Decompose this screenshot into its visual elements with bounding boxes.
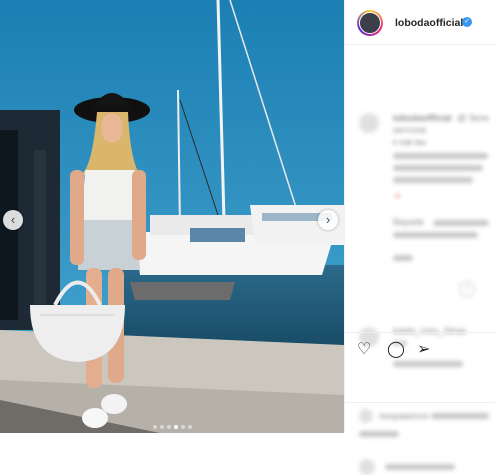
carousel-dot bbox=[180, 425, 185, 429]
carousel-dot bbox=[187, 425, 192, 429]
caption-username: lobodaofficial bbox=[393, 113, 452, 123]
chevron-left-icon: ‹ bbox=[10, 212, 16, 227]
avatar[interactable] bbox=[357, 10, 383, 36]
caption-line: @ Зеле bbox=[457, 113, 490, 123]
next-slide-button[interactable]: › bbox=[318, 210, 338, 230]
caption-line: нечтоле bbox=[393, 125, 427, 135]
like-button[interactable]: ♡ bbox=[357, 339, 371, 359]
load-more-icon: + bbox=[459, 281, 475, 297]
caption-line: к как вы bbox=[393, 137, 427, 147]
commenter-avatar bbox=[359, 113, 379, 133]
heart-emoji-icon: ♥ bbox=[395, 191, 401, 201]
carousel-dot bbox=[159, 425, 164, 429]
share-icon: ➢ bbox=[417, 341, 431, 358]
chevron-right-icon: › bbox=[325, 212, 331, 227]
post-photo: ‹ › bbox=[0, 0, 344, 433]
carousel-dot bbox=[166, 425, 171, 429]
carousel-indicator bbox=[0, 425, 344, 429]
liker-avatar bbox=[359, 409, 373, 423]
verified-badge-icon: ✓ bbox=[462, 17, 472, 27]
photo-scene bbox=[0, 0, 344, 433]
post-header: lobodaofficial ✓ bbox=[345, 0, 495, 45]
heart-icon: ♡ bbox=[357, 341, 372, 358]
comment-text: Bayada bbox=[393, 217, 424, 227]
username-link[interactable]: lobodaofficial bbox=[395, 17, 463, 29]
previous-slide-button[interactable]: ‹ bbox=[3, 210, 23, 230]
comment-icon: ◯ bbox=[387, 341, 405, 358]
post-side-panel: lobodaofficial ✓ lobodaofficial @ Зеле н… bbox=[344, 0, 495, 475]
emoji-icon bbox=[359, 459, 375, 475]
divider bbox=[345, 402, 495, 403]
carousel-dot bbox=[152, 425, 157, 429]
share-button[interactable]: ➢ bbox=[417, 339, 430, 359]
comment-button[interactable]: ◯ bbox=[387, 339, 405, 359]
carousel-dot-active bbox=[173, 425, 178, 429]
likes-text: понравился bbox=[379, 411, 429, 421]
post-actions: ♡ ◯ ➢ bbox=[345, 332, 495, 363]
